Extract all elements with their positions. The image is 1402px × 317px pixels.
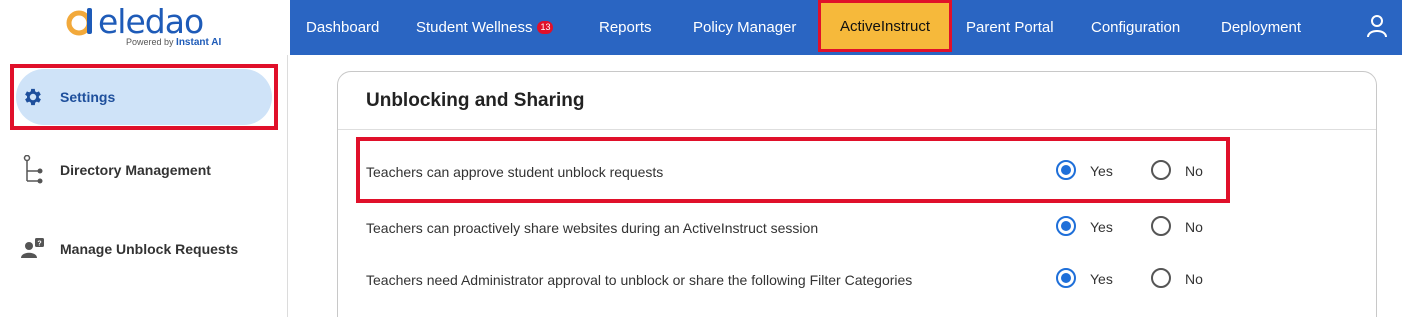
user-question-icon: ? <box>20 236 46 262</box>
notification-badge: 13 <box>537 21 554 34</box>
nav-deployment[interactable]: Deployment <box>1221 0 1301 55</box>
sidebar-item-label: Manage Unblock Requests <box>60 241 239 257</box>
radio-yes[interactable] <box>1056 216 1076 236</box>
tree-icon <box>20 155 46 184</box>
nav-configuration[interactable]: Configuration <box>1091 0 1180 55</box>
sidebar-item-label: Directory Management <box>60 162 211 178</box>
highlight-box-sidebar <box>10 64 278 130</box>
nav-policy-manager[interactable]: Policy Manager <box>693 0 796 55</box>
top-navigation: Dashboard Student Wellness 13 Reports Po… <box>290 0 1402 55</box>
logo-powered-by: Powered by Instant AI <box>126 37 222 48</box>
sidebar: Settings Directory Management ? Manage U… <box>0 55 288 317</box>
setting-label: Teachers need Administrator approval to … <box>366 272 913 288</box>
setting-row-share-websites: Teachers can proactively share websites … <box>338 206 1376 250</box>
card-title: Unblocking and Sharing <box>366 90 585 111</box>
user-icon[interactable] <box>1366 14 1388 38</box>
nav-reports[interactable]: Reports <box>599 0 652 55</box>
setting-row-admin-approval: Teachers need Administrator approval to … <box>338 258 1376 302</box>
divider <box>338 129 1376 130</box>
logo-partner: Instant AI <box>176 37 222 48</box>
sidebar-item-directory-management[interactable]: Directory Management <box>16 142 272 198</box>
radio-yes-label: Yes <box>1090 219 1113 235</box>
nav-parent-portal[interactable]: Parent Portal <box>966 0 1054 55</box>
radio-no[interactable] <box>1151 268 1171 288</box>
setting-label: Teachers can proactively share websites … <box>366 220 819 236</box>
radio-no-label: No <box>1185 271 1203 287</box>
eledao-logo-icon <box>66 8 92 36</box>
highlight-box-setting <box>356 137 1230 203</box>
radio-yes[interactable] <box>1056 268 1076 288</box>
unblocking-sharing-card: Unblocking and Sharing Teachers can appr… <box>337 71 1377 317</box>
sidebar-item-manage-unblock-requests[interactable]: ? Manage Unblock Requests <box>16 221 272 277</box>
radio-no[interactable] <box>1151 216 1171 236</box>
nav-activeinstruct[interactable]: ActiveInstruct <box>818 0 952 52</box>
svg-text:?: ? <box>37 241 41 248</box>
logo[interactable]: eledao Powered by Instant AI <box>0 0 290 55</box>
nav-dashboard[interactable]: Dashboard <box>306 0 379 55</box>
radio-yes-label: Yes <box>1090 271 1113 287</box>
radio-no-label: No <box>1185 219 1203 235</box>
logo-text: eledao <box>98 2 204 41</box>
nav-student-wellness[interactable]: Student Wellness 13 <box>416 0 554 55</box>
